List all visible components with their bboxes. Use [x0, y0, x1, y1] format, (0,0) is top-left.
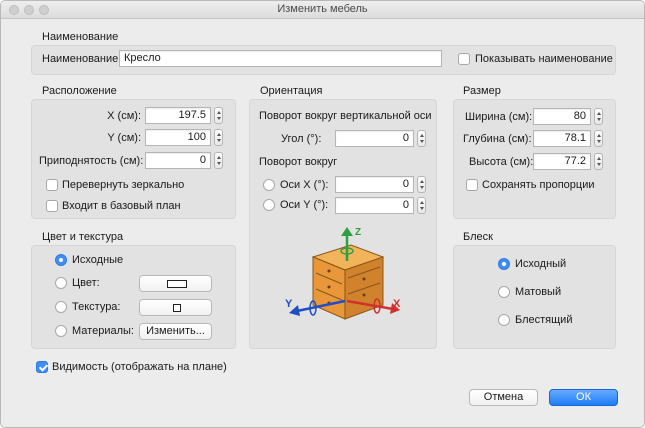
ok-button[interactable]: ОК	[549, 389, 618, 406]
shininess-matte-label: Матовый	[515, 286, 562, 298]
base-plan-checkbox[interactable]	[46, 200, 58, 212]
color-label: Цвет:	[72, 277, 100, 289]
color-texture-section-title: Цвет и текстура	[42, 231, 124, 243]
angle-stepper[interactable]	[417, 130, 426, 147]
visibility-label: Видимость (отображать на плане)	[52, 361, 227, 373]
x-axis-label: X	[393, 298, 401, 310]
keep-proportions-label: Сохранять пропорции	[482, 179, 595, 191]
default-colors-radio[interactable]	[55, 254, 67, 266]
base-plan-label: Входит в базовый план	[62, 200, 181, 212]
name-section-title: Наименование	[42, 31, 119, 43]
shininess-section-title: Блеск	[463, 231, 493, 243]
shininess-glossy-label: Блестящий	[515, 314, 573, 326]
depth-field[interactable]: 78.1	[533, 130, 591, 147]
name-label: Наименование:	[42, 53, 122, 65]
color-swatch-icon	[167, 280, 187, 288]
window-title: Изменить мебель	[277, 3, 368, 15]
height-stepper[interactable]	[594, 153, 603, 170]
x-stepper[interactable]	[214, 107, 223, 124]
default-colors-label: Исходные	[72, 254, 124, 266]
orientation-section-title: Ориентация	[260, 85, 323, 97]
texture-swatch-icon	[173, 304, 181, 312]
visibility-checkbox[interactable]	[36, 361, 48, 373]
cancel-button[interactable]: Отмена	[469, 389, 538, 406]
axis-y-field[interactable]: 0	[335, 197, 414, 214]
axis-y-label: Оси Y (°):	[280, 199, 329, 211]
height-label: Высота (см):	[469, 156, 534, 168]
color-picker-button[interactable]	[139, 275, 212, 292]
mirror-checkbox[interactable]	[46, 179, 58, 191]
shininess-matte-radio[interactable]	[498, 286, 510, 298]
show-name-label: Показывать наименование	[475, 53, 613, 65]
name-field[interactable]: Кресло	[119, 50, 442, 67]
shininess-glossy-radio[interactable]	[498, 314, 510, 326]
axis-x-radio[interactable]	[263, 179, 275, 191]
depth-stepper[interactable]	[594, 130, 603, 147]
dialog-window: Изменить мебель Наименование Наименовани…	[0, 0, 645, 428]
z-axis-label: Z	[355, 227, 361, 238]
y-axis-label: Y	[285, 298, 293, 310]
mirror-label: Перевернуть зеркально	[62, 179, 185, 191]
elevation-stepper[interactable]	[214, 152, 223, 169]
rotation-illustration: Z X Y	[285, 227, 401, 320]
shininess-default-label: Исходный	[515, 258, 567, 270]
axis-y-radio[interactable]	[263, 199, 275, 211]
x-field[interactable]: 197.5	[145, 107, 211, 124]
angle-label: Угол (°):	[281, 133, 322, 145]
width-label: Ширина (см):	[465, 111, 533, 123]
texture-label: Текстура:	[72, 301, 121, 313]
height-field[interactable]: 77.2	[533, 153, 591, 170]
vertical-axis-label: Поворот вокруг вертикальной оси	[259, 110, 432, 122]
title-bar: Изменить мебель	[1, 1, 644, 19]
axis-y-stepper[interactable]	[417, 197, 426, 214]
color-radio[interactable]	[55, 277, 67, 289]
rotate-around-label: Поворот вокруг	[259, 156, 338, 168]
y-label: Y (см):	[107, 132, 141, 144]
x-label: X (см):	[107, 110, 141, 122]
depth-label: Глубина (см):	[463, 133, 532, 145]
axis-x-stepper[interactable]	[417, 176, 426, 193]
axis-x-field[interactable]: 0	[335, 176, 414, 193]
materials-radio[interactable]	[55, 325, 67, 337]
y-field[interactable]: 100	[145, 129, 211, 146]
size-section-title: Размер	[463, 85, 501, 97]
y-stepper[interactable]	[214, 129, 223, 146]
texture-picker-button[interactable]	[139, 299, 212, 316]
shininess-default-radio[interactable]	[498, 258, 510, 270]
materials-label: Материалы:	[72, 325, 134, 337]
modify-materials-button[interactable]: Изменить...	[139, 323, 212, 340]
show-name-checkbox[interactable]	[458, 53, 470, 65]
axis-x-label: Оси X (°):	[280, 179, 329, 191]
keep-proportions-checkbox[interactable]	[466, 179, 478, 191]
width-field[interactable]: 80	[533, 108, 591, 125]
elevation-label: Приподнятость (см):	[39, 155, 144, 167]
angle-field[interactable]: 0	[335, 130, 414, 147]
elevation-field[interactable]: 0	[145, 152, 211, 169]
width-stepper[interactable]	[594, 108, 603, 125]
location-section-title: Расположение	[42, 85, 117, 97]
texture-radio[interactable]	[55, 301, 67, 313]
